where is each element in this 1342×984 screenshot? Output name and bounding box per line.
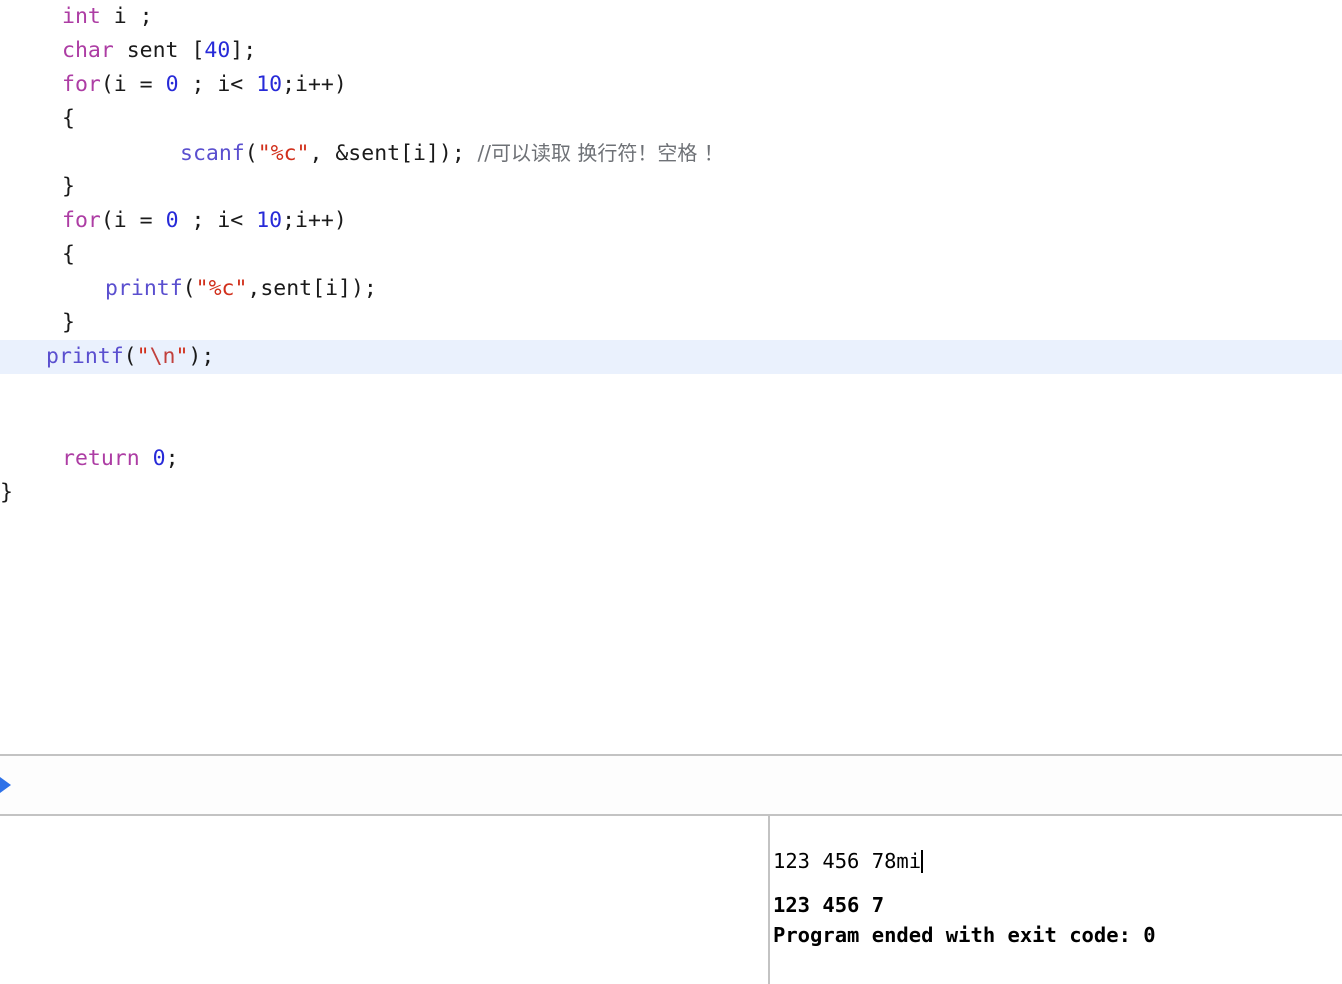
code-token-pl: ( bbox=[123, 344, 137, 369]
code-token-str: " bbox=[175, 344, 189, 369]
code-token-pl: ( bbox=[182, 276, 196, 301]
code-token-pl: ]; bbox=[230, 38, 257, 63]
code-token-pl: ( bbox=[244, 141, 258, 166]
code-token-pl: { bbox=[62, 242, 75, 267]
code-token-cmt: //可以读取 换行符！空格 ！ bbox=[464, 141, 724, 165]
code-token-kw: int bbox=[62, 4, 101, 29]
code-line[interactable]: scanf("%c", &sent[i]); //可以读取 换行符！空格 ！ bbox=[0, 136, 1342, 170]
code-token-num: 0 bbox=[165, 72, 179, 97]
code-token-pl: (i = bbox=[100, 208, 166, 233]
code-token-num: 0 bbox=[165, 208, 179, 233]
code-token-pl: ;i++) bbox=[282, 208, 347, 233]
bottom-split-container: 123 456 78mi 123 456 7 Program ended wit… bbox=[0, 816, 1342, 984]
code-token-str: "%c" bbox=[257, 141, 310, 166]
code-token-pl: i ; bbox=[100, 4, 153, 29]
code-line[interactable]: printf("%c",sent[i]); bbox=[0, 272, 1342, 306]
debug-console[interactable]: 123 456 78mi 123 456 7 Program ended wit… bbox=[770, 816, 1342, 984]
code-token-num: 10 bbox=[256, 208, 283, 233]
code-token-str: " bbox=[136, 344, 150, 369]
code-line[interactable]: } bbox=[0, 306, 1342, 340]
console-spacer bbox=[773, 876, 1342, 890]
code-token-pl: ,sent[i]); bbox=[247, 276, 377, 301]
xcode-window: int i ; char sent [40]; for(i = 0 ; i< 10;… bbox=[0, 0, 1342, 984]
code-token-str: "%c" bbox=[195, 276, 248, 301]
code-line[interactable]: char sent [40]; bbox=[0, 34, 1342, 68]
code-token-pl: } bbox=[62, 174, 75, 199]
code-token-pl: ; i< bbox=[178, 72, 257, 97]
code-line[interactable]: for(i = 0 ; i< 10;i++) bbox=[0, 204, 1342, 238]
code-token-kw: char bbox=[62, 38, 114, 63]
code-token-num: 10 bbox=[256, 72, 283, 97]
variables-view[interactable] bbox=[0, 816, 768, 984]
code-token-esc: \n bbox=[149, 344, 176, 369]
code-token-fn: printf bbox=[46, 344, 124, 369]
code-line[interactable]: return 0; bbox=[0, 442, 1342, 476]
code-token-kw: return bbox=[62, 446, 140, 471]
console-output-line: 123 456 7 bbox=[773, 893, 885, 917]
code-line[interactable]: int i ; bbox=[0, 0, 1342, 34]
code-line[interactable]: { bbox=[0, 238, 1342, 272]
code-token-fn: printf bbox=[105, 276, 183, 301]
code-line[interactable]: } bbox=[0, 170, 1342, 204]
code-token-pl: } bbox=[0, 480, 13, 505]
code-token-pl: ; bbox=[165, 446, 179, 471]
code-token-kw: for bbox=[62, 208, 101, 233]
code-token-pl: (i = bbox=[100, 72, 166, 97]
debug-jump-bar[interactable] bbox=[0, 756, 1342, 814]
code-line[interactable] bbox=[0, 408, 1342, 442]
code-line[interactable] bbox=[0, 374, 1342, 408]
code-token-num: 40 bbox=[204, 38, 231, 63]
text-caret bbox=[921, 850, 924, 873]
code-token-pl: ); bbox=[188, 344, 215, 369]
console-input-text: 123 456 78mi bbox=[773, 849, 922, 873]
code-token-pl: ; i< bbox=[178, 208, 257, 233]
code-line[interactable]: for(i = 0 ; i< 10;i++) bbox=[0, 68, 1342, 102]
code-token-num: 0 bbox=[152, 446, 166, 471]
console-output-line: Program ended with exit code: 0 bbox=[773, 923, 1156, 947]
code-token-pl: sent [ bbox=[113, 38, 205, 63]
code-token-kw: for bbox=[62, 72, 101, 97]
code-token-fn: scanf bbox=[180, 141, 245, 166]
code-token-pl: , &sent[i]); bbox=[309, 141, 465, 166]
code-line[interactable]: } bbox=[0, 476, 1342, 510]
source-code-editor[interactable]: int i ; char sent [40]; for(i = 0 ; i< 10;… bbox=[0, 0, 1342, 754]
code-line[interactable]: { bbox=[0, 102, 1342, 136]
code-token-pl: ;i++) bbox=[282, 72, 347, 97]
console-input-line[interactable]: 123 456 78mi bbox=[773, 846, 1342, 876]
code-token-pl: } bbox=[62, 310, 75, 335]
code-line[interactable]: printf("\n"); bbox=[0, 340, 1342, 374]
code-token-pl: { bbox=[62, 106, 75, 131]
play-arrow-icon[interactable] bbox=[0, 772, 11, 798]
